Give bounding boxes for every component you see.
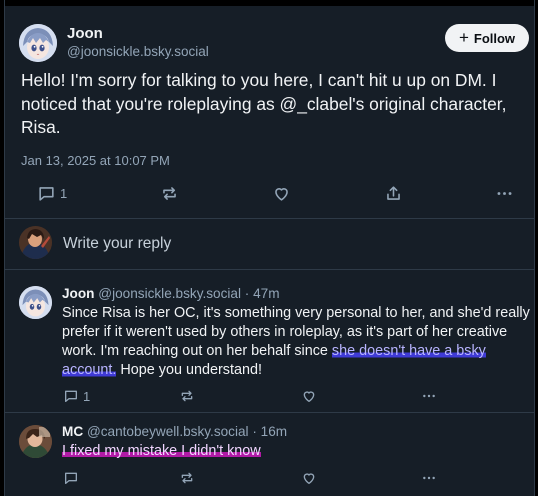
repost-action[interactable] (179, 388, 195, 404)
reply-author-name[interactable]: MC (62, 424, 83, 439)
like-icon (303, 473, 315, 484)
post-timestamp: Jan 13, 2025 at 10:07 PM (21, 153, 170, 168)
my-avatar (19, 226, 52, 259)
plus-icon: + (458, 28, 469, 47)
author-handle[interactable]: @joonsickle.bsky.social (67, 44, 209, 59)
more-options[interactable] (495, 184, 514, 203)
like-action[interactable] (301, 470, 317, 486)
author-name[interactable]: Joon (67, 25, 103, 42)
like-icon (275, 188, 288, 201)
reply-action[interactable] (63, 470, 79, 486)
repost-icon (181, 472, 193, 484)
reply-action[interactable]: 1 (37, 184, 67, 203)
reply-actions: 1 (5, 388, 534, 412)
highlighted-text: I fixed my mistake I didn't know (62, 443, 261, 459)
reply-text: Since Risa is her OC, it's something ver… (62, 304, 530, 380)
reply-author-handle[interactable]: @joonsickle.bsky.social (98, 286, 241, 301)
follow-button[interactable]: + Follow (445, 24, 529, 52)
thread-view: Joon @joonsickle.bsky.social + Follow He… (4, 0, 535, 496)
reply-icon (65, 390, 77, 402)
like-action[interactable] (272, 184, 291, 203)
reply-text-part: Hope you understand! (116, 362, 263, 378)
post-text: Hello! I'm sorry for talking to you here… (21, 70, 507, 137)
divider (5, 269, 534, 270)
follow-label: Follow (473, 30, 516, 46)
more-icon (497, 192, 512, 195)
reply-text: I fixed my mistake I didn't know (62, 442, 530, 461)
meta-separator: · (248, 424, 261, 439)
top-edge (5, 0, 534, 6)
repost-icon (181, 390, 193, 402)
reply-placeholder: Write your reply (63, 235, 172, 252)
divider (5, 412, 534, 413)
reply-actions (5, 470, 534, 494)
like-action[interactable] (301, 388, 317, 404)
reply-meta: MC @cantobeywell.bsky.social · 16m (62, 424, 287, 439)
reply-count: 1 (60, 186, 68, 201)
post-actions: 1 (5, 184, 534, 208)
reply-item[interactable]: Joon @joonsickle.bsky.social · 47m Since… (5, 282, 534, 410)
post-header: Joon @joonsickle.bsky.social + Follow (19, 24, 529, 64)
reply-meta: Joon @joonsickle.bsky.social · 47m (62, 286, 280, 301)
reply-author-handle[interactable]: @cantobeywell.bsky.social (87, 424, 249, 439)
reply-icon (65, 472, 77, 484)
reply-time[interactable]: 16m (261, 424, 287, 439)
more-options[interactable] (421, 470, 437, 486)
reply-author-name[interactable]: Joon (62, 286, 94, 301)
reply-avatar[interactable] (19, 286, 52, 319)
reply-time[interactable]: 47m (253, 286, 279, 301)
reply-item[interactable]: MC @cantobeywell.bsky.social · 16m I fix… (5, 422, 534, 496)
share-action[interactable] (384, 184, 403, 203)
reply-action[interactable]: 1 (63, 388, 90, 404)
reply-count: 1 (83, 388, 91, 404)
reply-icon (39, 187, 54, 201)
reply-composer[interactable]: Write your reply (5, 219, 534, 269)
share-icon (387, 186, 400, 200)
more-icon (423, 476, 435, 480)
like-icon (303, 391, 315, 402)
author-avatar[interactable] (19, 24, 57, 62)
more-options[interactable] (421, 388, 437, 404)
more-icon (423, 394, 435, 398)
repost-action[interactable] (160, 184, 179, 203)
reply-avatar[interactable] (19, 425, 52, 458)
meta-separator: · (241, 286, 254, 301)
repost-icon (163, 187, 176, 200)
repost-action[interactable] (179, 470, 195, 486)
